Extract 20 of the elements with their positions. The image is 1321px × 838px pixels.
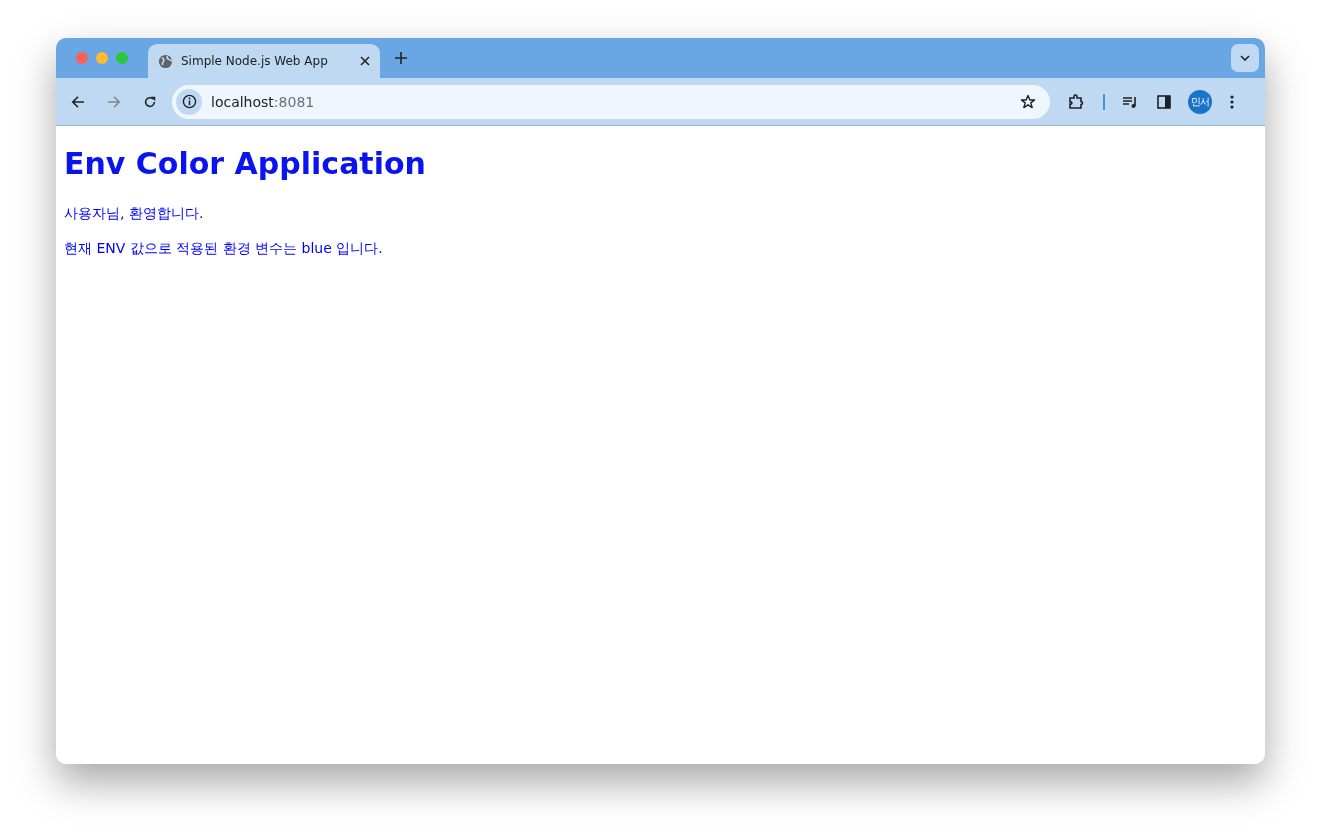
site-info-icon[interactable] bbox=[176, 88, 202, 115]
tab-search-button[interactable] bbox=[1231, 44, 1259, 72]
page-heading: Env Color Application bbox=[64, 146, 427, 181]
reload-icon[interactable] bbox=[143, 94, 157, 109]
url-text: localhost:8081 bbox=[211, 93, 315, 110]
close-tab-icon[interactable] bbox=[360, 56, 370, 66]
puzzle-icon[interactable] bbox=[1068, 93, 1084, 110]
back-arrow-icon[interactable] bbox=[71, 94, 85, 109]
profile-avatar[interactable]: 민서 bbox=[1188, 89, 1212, 114]
more-menu-icon[interactable] bbox=[1230, 93, 1234, 110]
page-paragraph: 현재 ENV 값으로 적용된 환경 변수는 blue 입니다. bbox=[64, 240, 384, 258]
globe-icon bbox=[158, 53, 173, 69]
new-tab-icon[interactable] bbox=[395, 52, 407, 64]
chevron-down-icon bbox=[1240, 55, 1250, 61]
page-paragraph: 사용자님, 환영합니다. bbox=[64, 205, 205, 223]
forward-arrow-icon[interactable] bbox=[107, 94, 121, 109]
side-panel-icon[interactable] bbox=[1156, 93, 1172, 110]
browser-tab[interactable]: Simple Node.js Web App bbox=[148, 44, 380, 78]
star-icon[interactable] bbox=[1020, 93, 1036, 110]
address-bar[interactable]: localhost:8081 bbox=[172, 84, 1050, 119]
